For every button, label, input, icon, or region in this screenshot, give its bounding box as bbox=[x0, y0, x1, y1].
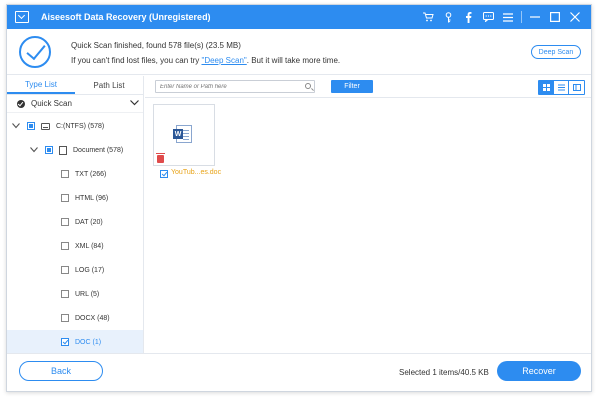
filter-button[interactable]: Filter bbox=[331, 80, 373, 93]
deep-scan-hint-suffix: . But it will take more time. bbox=[246, 56, 341, 65]
file-toolbar: Filter bbox=[145, 76, 591, 98]
sidebar-tabs: Type List Path List bbox=[7, 76, 143, 95]
deep-scan-hint-prefix: If you can't find lost files, you can tr… bbox=[71, 56, 202, 65]
key-icon[interactable] bbox=[438, 5, 458, 29]
scan-status-banner: Quick Scan finished, found 578 file(s) (… bbox=[7, 29, 591, 75]
file-type-sidebar: Type List Path List Quick Scan C:(NTFS) … bbox=[7, 76, 144, 354]
scan-mode-label: Quick Scan bbox=[31, 99, 72, 108]
tab-type-list[interactable]: Type List bbox=[7, 76, 75, 94]
tree-item-url[interactable]: URL (5) bbox=[7, 282, 143, 306]
facebook-icon[interactable] bbox=[458, 5, 478, 29]
tree-item-doc[interactable]: DOC (1) bbox=[7, 330, 143, 354]
chevron-down-icon[interactable] bbox=[11, 122, 21, 131]
chevron-down-icon[interactable] bbox=[29, 146, 39, 155]
tree-checkbox[interactable] bbox=[45, 146, 53, 154]
chevron-down-icon[interactable] bbox=[130, 98, 139, 108]
tree-item-label: DOCX (48) bbox=[75, 314, 110, 322]
file-grid: W YouTub...es.doc bbox=[145, 98, 591, 353]
document-icon bbox=[59, 145, 67, 155]
tree-item-log[interactable]: LOG (17) bbox=[7, 258, 143, 282]
title-bar-controls bbox=[418, 5, 585, 29]
title-bar: Aiseesoft Data Recovery (Unregistered) bbox=[7, 5, 591, 29]
tree-item-html[interactable]: HTML (96) bbox=[7, 186, 143, 210]
word-badge-icon: W bbox=[173, 129, 183, 139]
tree-item-label: XML (84) bbox=[75, 242, 104, 250]
tree-item-label: C:(NTFS) (578) bbox=[56, 122, 105, 130]
detail-view-icon[interactable] bbox=[569, 81, 584, 94]
tree-item-label: Document (578) bbox=[73, 146, 124, 154]
deep-scan-hint: If you can't find lost files, you can tr… bbox=[71, 56, 340, 65]
tree-item-drive-c[interactable]: C:(NTFS) (578) bbox=[7, 114, 143, 138]
tree-item-label: TXT (266) bbox=[75, 170, 107, 178]
document-lines-icon bbox=[183, 130, 189, 131]
app-logo-icon bbox=[15, 11, 29, 23]
tree-item-docx[interactable]: DOCX (48) bbox=[7, 306, 143, 330]
file-type-tree: C:(NTFS) (578) Document (578) TXT (266) … bbox=[7, 114, 143, 354]
tree-item-label: DAT (20) bbox=[75, 218, 103, 226]
deep-scan-button[interactable]: Deep Scan bbox=[531, 45, 581, 59]
back-button[interactable]: Back bbox=[19, 361, 103, 381]
tree-checkbox[interactable] bbox=[61, 194, 69, 202]
tree-item-label: HTML (96) bbox=[75, 194, 109, 202]
title-bar-divider bbox=[521, 11, 522, 23]
app-window: Aiseesoft Data Recovery (Unregistered) Q… bbox=[6, 4, 592, 392]
window-title: Aiseesoft Data Recovery (Unregistered) bbox=[41, 12, 211, 22]
tree-item-xml[interactable]: XML (84) bbox=[7, 234, 143, 258]
file-name[interactable]: YouTub...es.doc bbox=[171, 169, 221, 176]
scan-mode-check-icon bbox=[17, 99, 25, 108]
scan-mode-selector[interactable]: Quick Scan bbox=[7, 95, 143, 113]
chat-icon[interactable] bbox=[478, 5, 498, 29]
selection-summary: Selected 1 items/40.5 KB bbox=[399, 368, 489, 377]
deep-scan-link[interactable]: "Deep Scan" bbox=[201, 56, 246, 65]
file-thumbnail[interactable]: W bbox=[153, 104, 215, 166]
tree-checkbox[interactable] bbox=[61, 170, 69, 178]
scan-result-text: Quick Scan finished, found 578 file(s) (… bbox=[71, 41, 241, 50]
tree-item-txt[interactable]: TXT (266) bbox=[7, 162, 143, 186]
tree-checkbox[interactable] bbox=[61, 242, 69, 250]
search-input[interactable] bbox=[155, 80, 315, 93]
file-checkbox[interactable] bbox=[160, 170, 168, 178]
minimize-icon[interactable] bbox=[525, 5, 545, 29]
tree-item-dat[interactable]: DAT (20) bbox=[7, 210, 143, 234]
action-footer: Back Selected 1 items/40.5 KB Recover bbox=[7, 353, 591, 391]
tree-item-label: DOC (1) bbox=[75, 338, 102, 346]
tree-checkbox[interactable] bbox=[61, 218, 69, 226]
list-view-icon[interactable] bbox=[554, 81, 569, 94]
tree-checkbox[interactable] bbox=[61, 338, 69, 346]
word-file-icon: W bbox=[173, 125, 192, 143]
cart-icon[interactable] bbox=[418, 5, 438, 29]
tree-checkbox[interactable] bbox=[61, 290, 69, 298]
tree-checkbox[interactable] bbox=[61, 314, 69, 322]
trash-icon[interactable] bbox=[156, 153, 165, 163]
scan-complete-check-icon bbox=[19, 36, 51, 68]
menu-icon[interactable] bbox=[498, 5, 518, 29]
grid-view-icon[interactable] bbox=[539, 81, 554, 94]
recover-button[interactable]: Recover bbox=[497, 361, 581, 381]
tree-item-label: URL (5) bbox=[75, 290, 100, 298]
maximize-icon[interactable] bbox=[545, 5, 565, 29]
drive-icon bbox=[41, 122, 50, 130]
tab-path-list[interactable]: Path List bbox=[75, 76, 143, 94]
search-icon[interactable] bbox=[305, 83, 311, 89]
close-icon[interactable] bbox=[565, 5, 585, 29]
tree-item-label: LOG (17) bbox=[75, 266, 105, 274]
tree-checkbox[interactable] bbox=[61, 266, 69, 274]
view-mode-switcher bbox=[538, 80, 585, 95]
tree-item-document[interactable]: Document (578) bbox=[7, 138, 143, 162]
tree-checkbox[interactable] bbox=[27, 122, 35, 130]
